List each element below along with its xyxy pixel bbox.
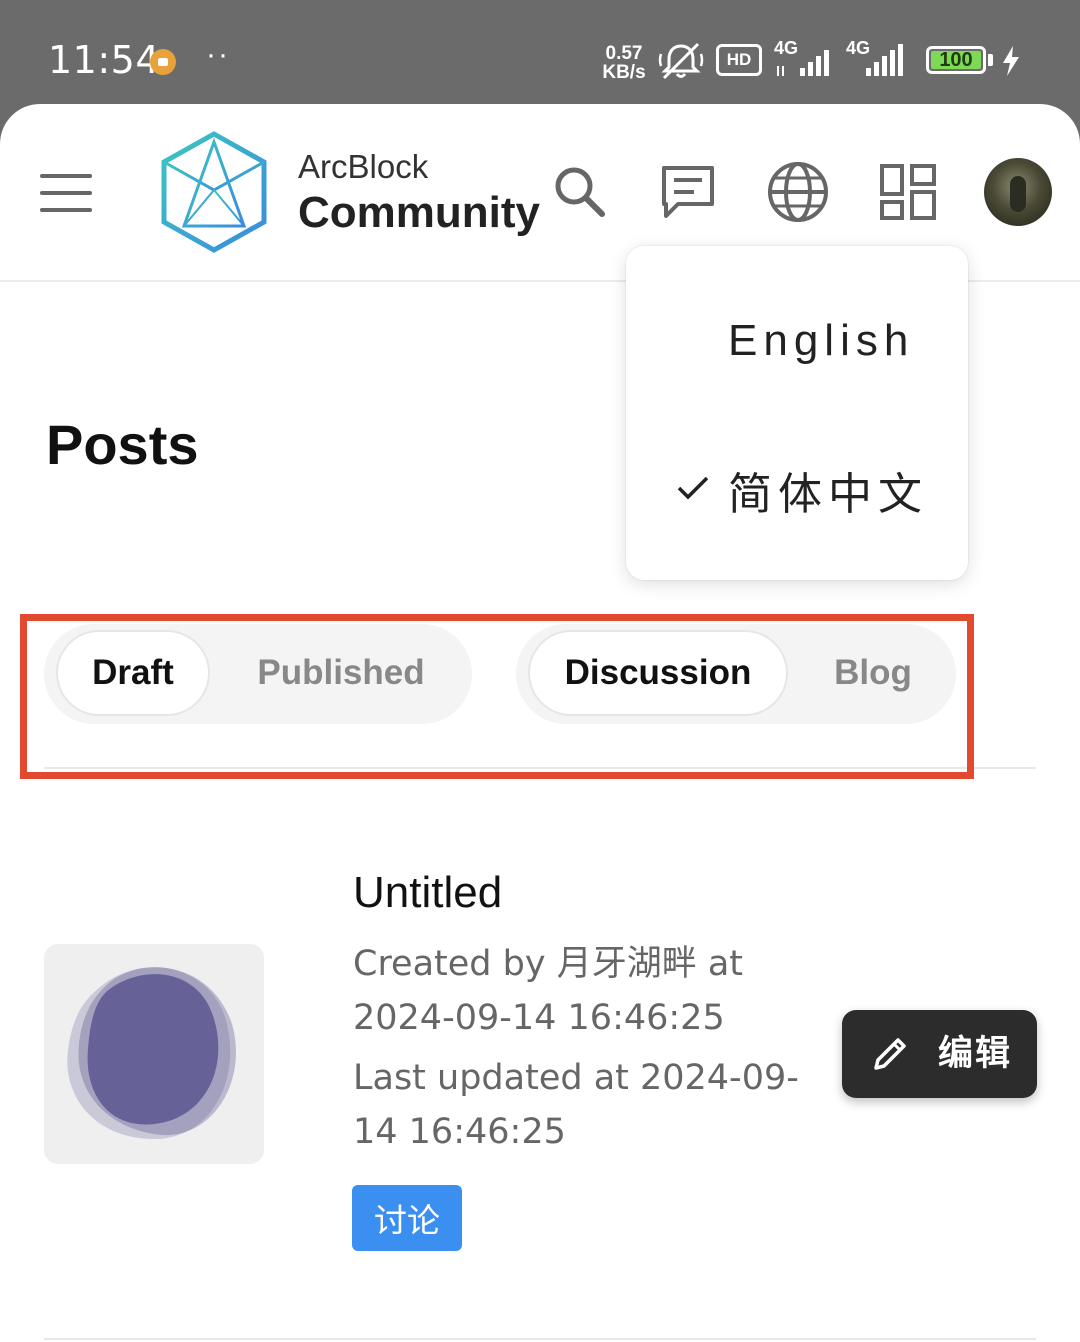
mute-bell-icon — [658, 42, 704, 80]
battery-icon: 100 — [926, 46, 986, 74]
status-more-dots: ·· — [206, 38, 230, 71]
edit-button-label: 编辑 — [938, 1034, 1013, 1073]
hd-voice-icon: HD — [716, 44, 762, 76]
arcblock-logo — [161, 131, 267, 253]
hamburger-icon[interactable] — [40, 174, 92, 212]
network-speed: 0.57 KB/s — [598, 44, 650, 82]
language-option-label: English — [728, 316, 915, 365]
post-updated-line2: 14 16:46:25 — [353, 1112, 566, 1152]
brand-name-top: ArcBlock — [298, 148, 429, 185]
post-created-line1: Created by 月牙湖畔 at — [353, 944, 743, 984]
app-sheet: ArcBlock Community Posts Draft Published… — [0, 104, 1080, 1342]
language-dropdown: English 简体中文 — [626, 246, 968, 580]
post-tag[interactable]: 讨论 — [352, 1185, 462, 1251]
search-icon[interactable] — [548, 160, 612, 224]
post-updated-line1: Last updated at 2024-09- — [353, 1058, 799, 1098]
brand-name-bottom: Community — [298, 188, 540, 237]
status-time: 11:54 — [48, 38, 161, 82]
post-title[interactable]: Untitled — [353, 868, 502, 918]
message-icon[interactable] — [656, 160, 720, 224]
screen-record-icon — [150, 49, 176, 75]
network-speed-value: 0.57 — [605, 43, 643, 64]
hd-label: HD — [726, 50, 752, 69]
language-option-chinese[interactable]: 简体中文 — [626, 422, 968, 542]
grid-icon[interactable] — [876, 160, 940, 224]
check-icon — [677, 476, 709, 500]
battery-level: 100 — [939, 49, 973, 71]
language-option-label: 简体中文 — [728, 470, 928, 519]
post-created-line2: 2024-09-14 16:46:25 — [353, 998, 725, 1038]
globe-icon[interactable] — [766, 160, 830, 224]
language-option-english[interactable]: English — [626, 280, 968, 400]
avatar[interactable] — [984, 158, 1052, 226]
pencil-icon — [874, 1038, 906, 1070]
highlight-annotation-box — [20, 614, 974, 779]
page-title: Posts — [46, 413, 199, 476]
list-divider — [44, 1338, 1036, 1340]
post-thumbnail[interactable] — [44, 944, 264, 1164]
charging-icon — [1003, 46, 1019, 76]
status-bar: 11:54 ·· 0.57 KB/s HD 4G 4G 100 — [0, 0, 1080, 118]
edit-button[interactable]: 编辑 — [842, 1010, 1037, 1098]
network-speed-unit: KB/s — [602, 62, 646, 83]
